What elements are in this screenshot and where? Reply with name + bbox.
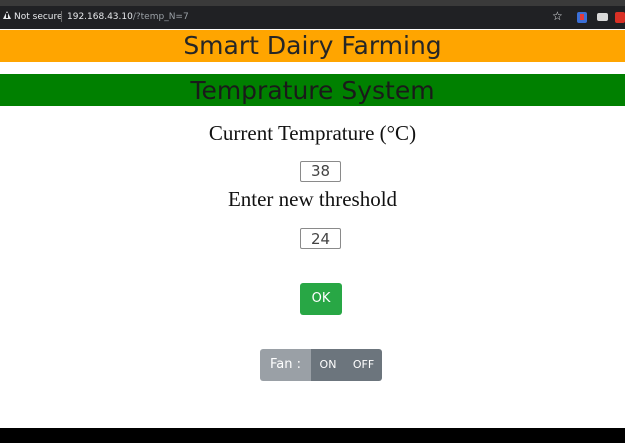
current-temperature-label: Current Temprature (°C) xyxy=(208,121,417,145)
subtitle-banner: Temprature System xyxy=(0,74,625,106)
threshold-input[interactable] xyxy=(300,228,341,249)
extension-icon[interactable] xyxy=(597,13,608,21)
fan-on-button[interactable]: ON xyxy=(311,349,345,381)
page-title: Smart Dairy Farming xyxy=(183,31,442,60)
url-host: 192.168.43.10 xyxy=(67,12,133,22)
title-banner: Smart Dairy Farming xyxy=(0,30,625,62)
extension-icon[interactable] xyxy=(577,12,587,23)
extension-icon[interactable] xyxy=(615,12,625,23)
warning-icon-mark xyxy=(6,13,8,18)
fan-control-group: Fan : ON OFF xyxy=(260,349,382,381)
address-bar[interactable]: Not secure 192.168.43.10/?temp_N=7 ☆ xyxy=(0,6,625,29)
url-text[interactable]: 192.168.43.10/?temp_N=7 xyxy=(67,11,189,23)
fan-off-button[interactable]: OFF xyxy=(345,349,382,381)
current-temperature-value: 38 xyxy=(300,161,341,182)
security-status[interactable]: Not secure xyxy=(14,11,63,23)
bottom-bar xyxy=(0,428,625,443)
ok-button[interactable]: OK xyxy=(300,283,342,315)
fan-label: Fan : xyxy=(260,349,311,381)
star-icon[interactable]: ☆ xyxy=(552,9,563,23)
url-path: /?temp_N=7 xyxy=(132,12,189,22)
threshold-label: Enter new threshold xyxy=(227,187,398,211)
address-separator xyxy=(61,11,62,22)
page-subtitle: Temprature System xyxy=(190,76,435,105)
